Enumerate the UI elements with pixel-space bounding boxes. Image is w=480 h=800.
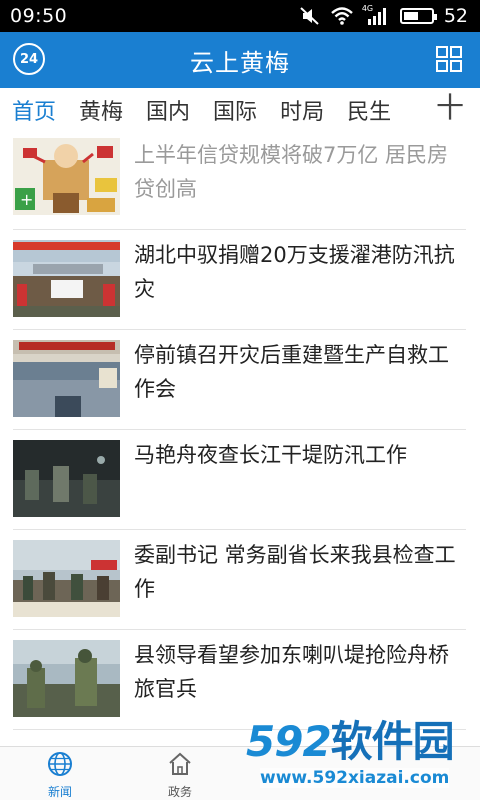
news-item[interactable]: 停前镇召开灾后重建暨生产自救工作会 bbox=[13, 330, 466, 430]
status-icons: 4G 52 bbox=[300, 4, 468, 27]
news-list: + 上半年信贷规模将破7万亿 居民房贷创高 湖北中驭捐赠20万支援濯港防汛抗灾 … bbox=[0, 132, 480, 730]
news-thumbnail bbox=[13, 240, 120, 317]
news-headline: 县领导看望参加东喇叭堤抢险舟桥旅官兵 bbox=[134, 643, 449, 701]
tab-domestic[interactable]: 国内 bbox=[146, 94, 190, 126]
news-headline: 委副书记 常务副省长来我县检查工作 bbox=[134, 543, 456, 601]
nav-government[interactable]: 政务 bbox=[150, 751, 210, 800]
app-title: 云上黄梅 bbox=[190, 48, 290, 77]
tab-international[interactable]: 国际 bbox=[213, 94, 257, 126]
news-item[interactable]: 湖北中驭捐赠20万支援濯港防汛抗灾 bbox=[13, 230, 466, 330]
battery-icon bbox=[399, 8, 437, 24]
channel-tabs: 首页 黄梅 国内 国际 时局 民生 十 bbox=[0, 88, 480, 132]
header-24-button[interactable]: 24 bbox=[13, 43, 45, 75]
app-root: 09:50 4G 52 24 云上黄梅 首页 黄梅 国内 国际 时局 民生 十 … bbox=[0, 0, 480, 800]
app-header: 24 云上黄梅 bbox=[0, 32, 480, 88]
home-icon bbox=[169, 752, 191, 775]
news-headline: 湖北中驭捐赠20万支援濯港防汛抗灾 bbox=[134, 243, 455, 301]
news-thumbnail bbox=[13, 640, 120, 717]
news-item[interactable]: 县领导看望参加东喇叭堤抢险舟桥旅官兵 bbox=[13, 630, 466, 730]
watermark-brand: 592软件园 bbox=[246, 717, 455, 766]
nav-news[interactable]: 新闻 bbox=[30, 751, 90, 800]
add-channel-button[interactable]: 十 bbox=[436, 92, 464, 124]
news-thumbnail bbox=[13, 540, 120, 617]
status-time: 09:50 bbox=[10, 5, 68, 27]
news-headline: 马艳舟夜查长江干堤防汛工作 bbox=[134, 443, 407, 467]
tab-huangmei[interactable]: 黄梅 bbox=[79, 94, 123, 126]
news-thumbnail: + bbox=[13, 138, 120, 215]
header-badge-text: 24 bbox=[19, 51, 39, 67]
news-thumbnail bbox=[13, 340, 120, 417]
mute-icon bbox=[300, 7, 319, 25]
news-headline: 停前镇召开灾后重建暨生产自救工作会 bbox=[134, 343, 449, 401]
watermark-url: www.592xiazai.com bbox=[260, 768, 450, 788]
tab-home[interactable]: 首页 bbox=[12, 94, 56, 126]
status-bar: 09:50 4G 52 bbox=[0, 0, 480, 32]
globe-icon bbox=[48, 752, 72, 776]
battery-percent: 52 bbox=[443, 5, 468, 27]
news-headline: 上半年信贷规模将破7万亿 居民房贷创高 bbox=[134, 143, 449, 201]
signal-icon: 4G bbox=[362, 4, 390, 26]
grid-menu-icon[interactable] bbox=[436, 46, 462, 72]
tab-livelihood[interactable]: 民生 bbox=[347, 94, 391, 126]
news-item[interactable]: + 上半年信贷规模将破7万亿 居民房贷创高 bbox=[13, 130, 466, 230]
tab-current-affairs[interactable]: 时局 bbox=[280, 94, 324, 126]
nav-news-label: 新闻 bbox=[47, 785, 72, 799]
watermark-brand-number: 592 bbox=[246, 717, 332, 766]
news-item[interactable]: 马艳舟夜查长江干堤防汛工作 bbox=[13, 430, 466, 530]
news-thumbnail bbox=[13, 440, 120, 517]
watermark-brand-text: 软件园 bbox=[330, 717, 455, 766]
nav-government-label: 政务 bbox=[167, 785, 192, 799]
svg-text:+: + bbox=[20, 190, 33, 209]
watermark: 592软件园 www.592xiazai.com bbox=[246, 718, 480, 800]
wifi-icon bbox=[331, 7, 353, 25]
news-item[interactable]: 委副书记 常务副省长来我县检查工作 bbox=[13, 530, 466, 630]
